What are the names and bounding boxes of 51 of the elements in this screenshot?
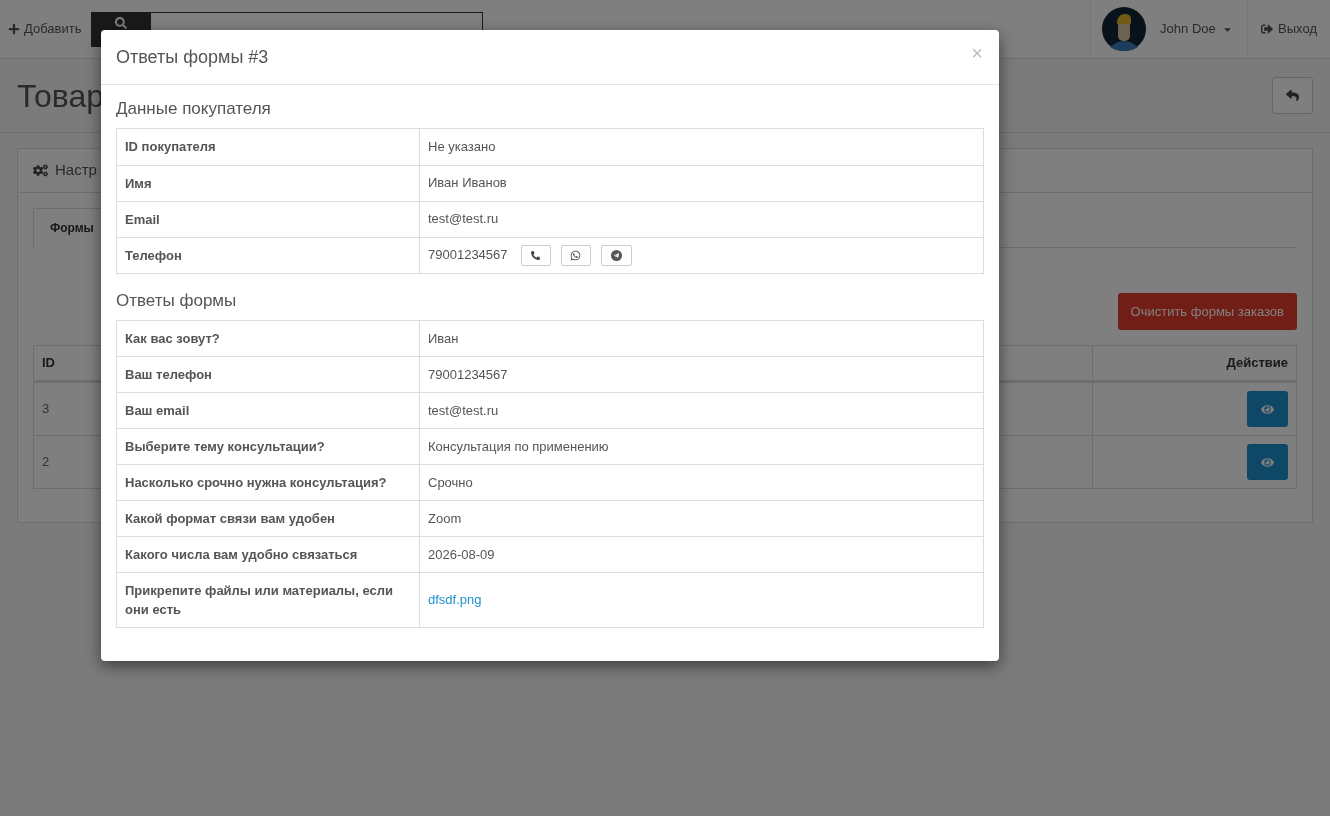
column-header: Действие — [1226, 354, 1288, 373]
page-title: Товар — [17, 76, 105, 116]
gears-icon — [33, 163, 48, 178]
call-button[interactable] — [520, 244, 551, 266]
field-label: Какой формат связи вам удобен — [125, 510, 335, 528]
telegram-icon — [610, 249, 622, 261]
eye-icon — [1261, 455, 1274, 469]
file-link[interactable]: dfsdf.png — [428, 590, 482, 610]
field-label: Телефон — [125, 246, 182, 265]
modal-title: Ответы формы #3 — [116, 45, 269, 69]
field-label: Выберите тему консультации? — [125, 438, 325, 456]
plus-icon — [8, 23, 20, 35]
cell-value: 2026-08-09 — [428, 545, 495, 564]
table-cell-text: 2 — [42, 453, 50, 472]
cell-value: 79001234567 — [428, 365, 508, 384]
cell-value: Консультация по применению — [428, 437, 609, 456]
field-label: Как вас зовут? — [125, 329, 220, 348]
cell-value: test@test.ru — [428, 401, 499, 420]
cell-value: Иван Иванов — [428, 174, 507, 193]
field-label: Прикрепите файлы или материалы, если они есть — [125, 582, 394, 619]
telegram-button[interactable] — [600, 244, 632, 266]
field-label: Email — [125, 210, 160, 229]
field-label: Какого числа вам удобно связаться — [125, 546, 358, 564]
eye-icon — [1261, 402, 1274, 416]
cell-value: Срочно — [428, 473, 473, 492]
panel-heading: Настр — [55, 160, 97, 181]
cell-value: 79001234567 — [428, 246, 508, 265]
user-menu[interactable]: John Doe — [1160, 19, 1233, 39]
field-label: ID покупателя — [125, 138, 216, 157]
reply-icon — [1286, 89, 1299, 102]
table-cell-text: 3 — [42, 400, 50, 419]
field-label: Ваш email — [125, 402, 190, 420]
whatsapp-icon — [570, 249, 582, 261]
cell-value: test@test.ru — [428, 210, 499, 229]
avatar-icon — [1102, 7, 1147, 51]
close-button[interactable]: × — [971, 43, 983, 63]
clear-orders-button[interactable]: Очистить формы заказов — [1117, 293, 1297, 330]
field-label: Ваш телефон — [125, 366, 212, 384]
whatsapp-button[interactable] — [560, 244, 591, 266]
field-label: Имя — [125, 174, 152, 193]
cell-value: Не указано — [428, 138, 496, 156]
cell-value: Иван — [428, 329, 459, 348]
section-heading: Ответы формы — [116, 289, 238, 312]
cell-value: Zoom — [428, 509, 462, 528]
section-heading: Данные покупателя — [116, 98, 272, 120]
phone-icon — [531, 250, 541, 260]
logout-button[interactable]: Выход — [1247, 0, 1330, 58]
field-label: Насколько срочно нужна консультация? — [125, 474, 387, 492]
back-button[interactable] — [1272, 77, 1313, 114]
column-header: ID — [42, 354, 55, 373]
logout-icon — [1261, 23, 1274, 35]
